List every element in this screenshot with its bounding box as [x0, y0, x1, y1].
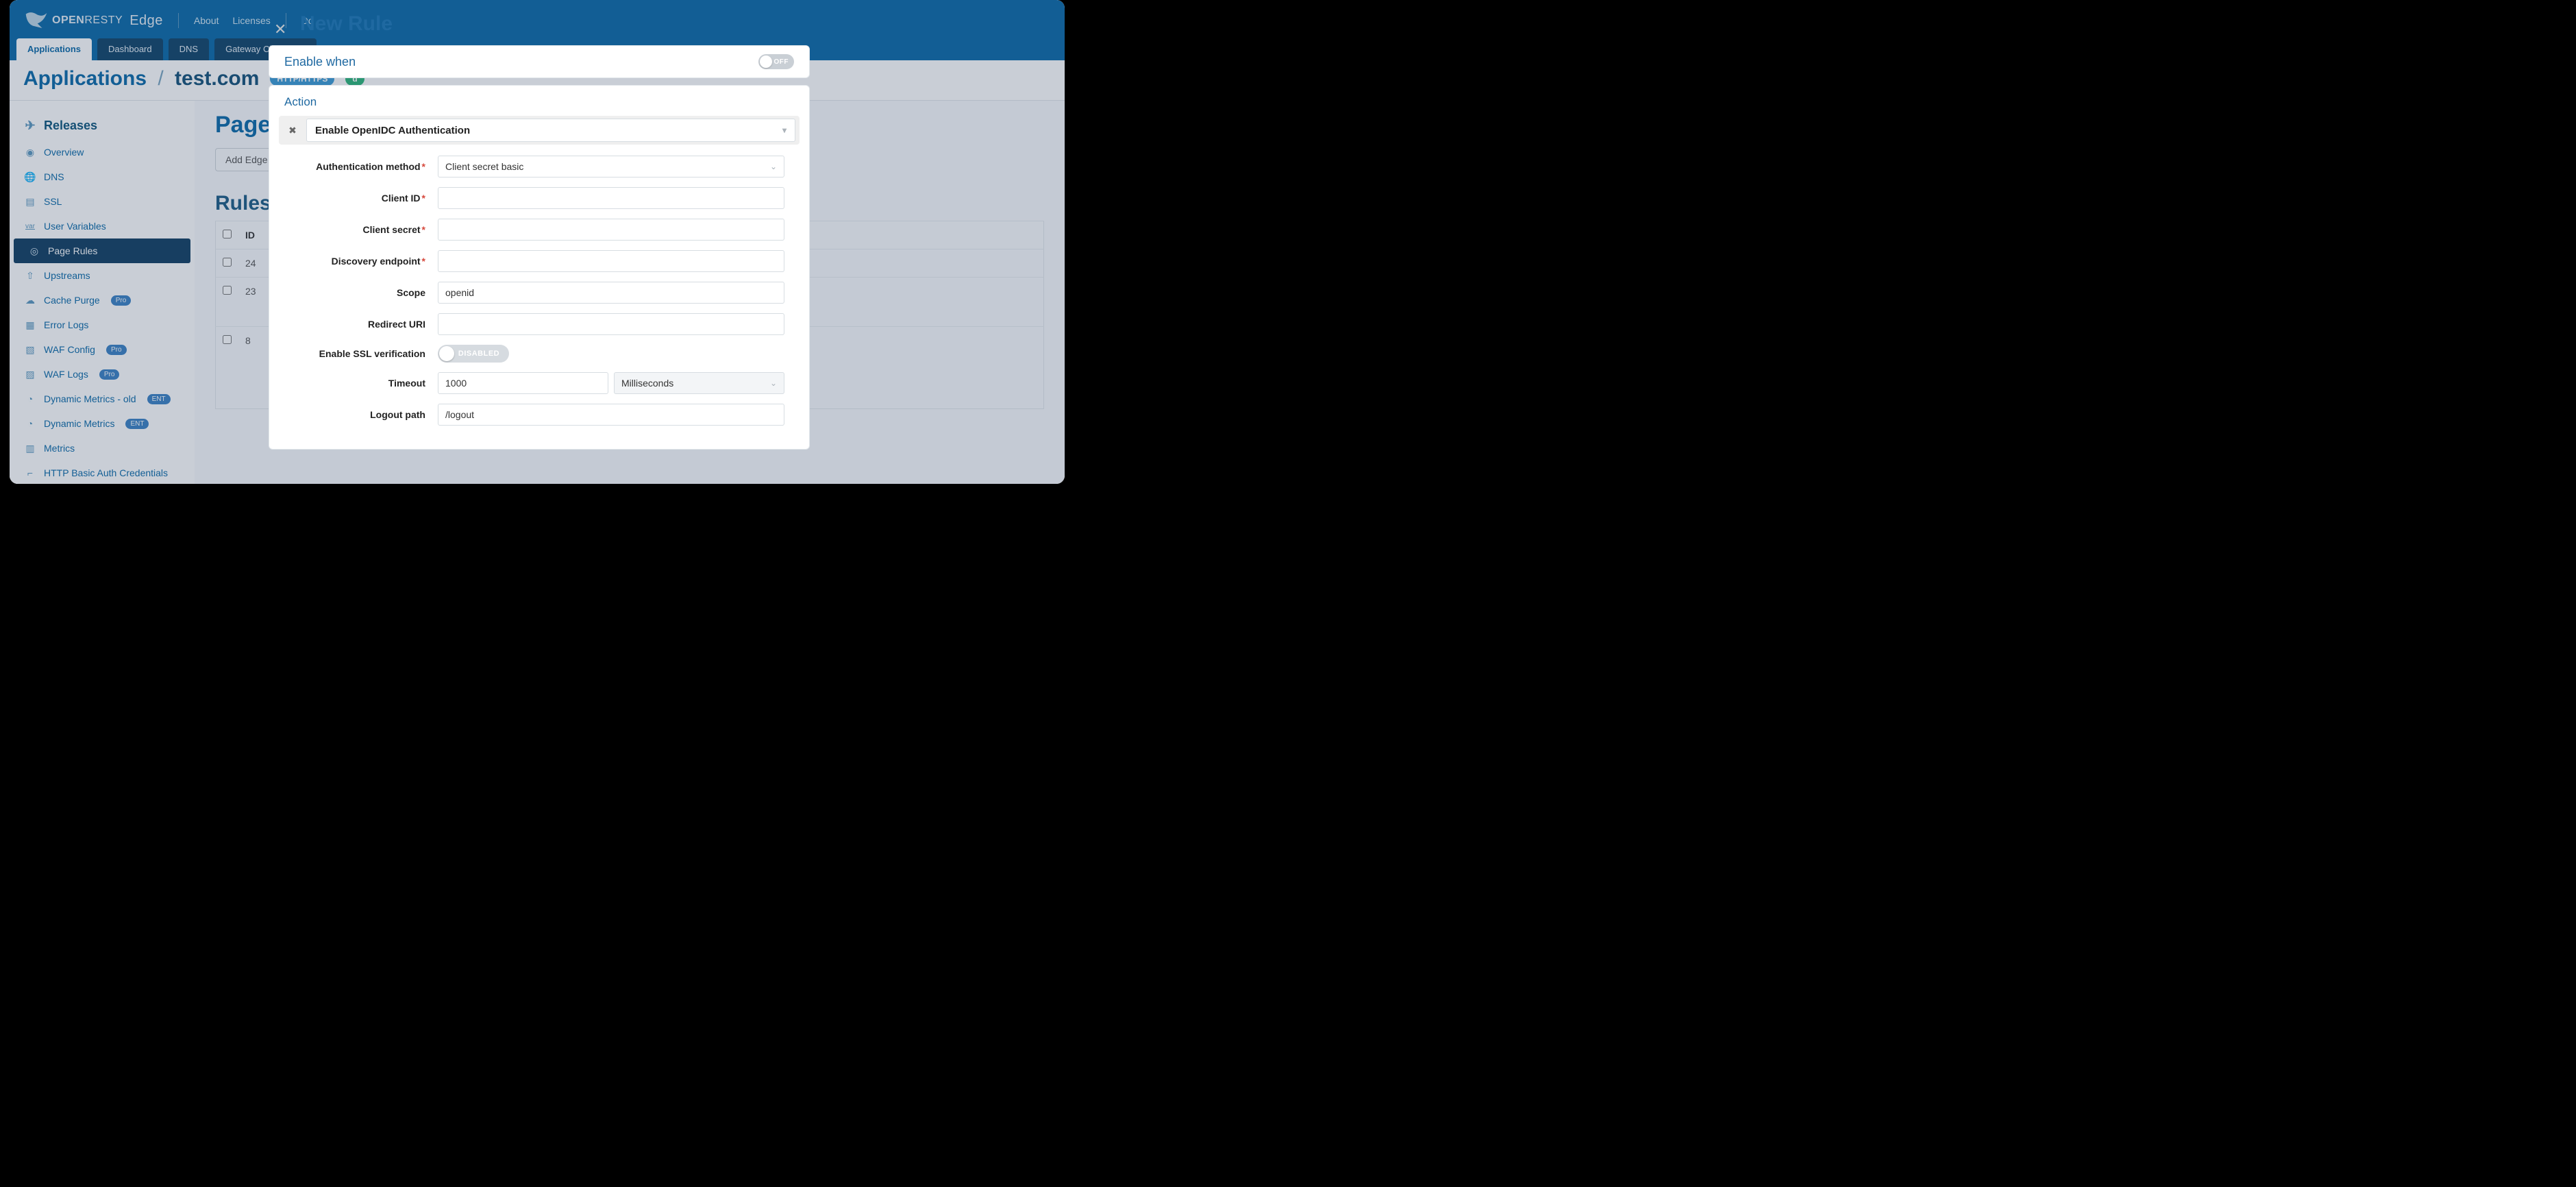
remove-action-icon[interactable]: ✖: [279, 125, 306, 136]
lock-icon: ▤: [25, 196, 36, 207]
sidebar-item-waf-logs[interactable]: ▨WAF LogsPro: [10, 362, 195, 387]
sidebar-item-ssl[interactable]: ▤SSL: [10, 189, 195, 214]
scope-input[interactable]: [438, 282, 784, 304]
enable-when-panel: Enable when OFF: [269, 45, 810, 78]
sidebar-item-upstreams[interactable]: ⇧Upstreams: [10, 263, 195, 288]
brand-logo[interactable]: OPENRESTY Edge: [25, 10, 163, 31]
brand-resty: RESTY: [84, 14, 123, 26]
row-checkbox[interactable]: [223, 335, 232, 344]
sidebar-item-waf-config[interactable]: ▧WAF ConfigPro: [10, 337, 195, 362]
sidebar-item-page-rules[interactable]: ◎Page Rules: [14, 238, 190, 263]
log-icon: ▦: [25, 319, 36, 330]
chevron-down-icon: ⌄: [770, 162, 777, 171]
ent-badge: ENT: [147, 394, 171, 404]
ssl-verify-toggle[interactable]: DISABLED: [438, 345, 509, 363]
cloud-icon: ☁: [25, 295, 36, 306]
globe-icon: 🌐: [25, 171, 36, 182]
row-checkbox[interactable]: [223, 258, 232, 267]
client-id-input[interactable]: [438, 187, 784, 209]
shield-icon: ▧: [25, 344, 36, 355]
shield-log-icon: ▨: [25, 369, 36, 380]
logout-path-input[interactable]: [438, 404, 784, 426]
sidebar-item-metrics[interactable]: ▥Metrics: [10, 436, 195, 461]
gauge-icon: ◔: [25, 418, 36, 429]
new-rule-modal: ✕ New Rule Enable when OFF Action ✖ Enab…: [269, 7, 810, 456]
sidebar-item-dns[interactable]: 🌐DNS: [10, 164, 195, 189]
tab-applications[interactable]: Applications: [16, 38, 92, 60]
client-secret-input[interactable]: [438, 219, 784, 241]
breadcrumb-root[interactable]: Applications: [23, 67, 147, 90]
chevron-down-icon: ⌄: [770, 378, 777, 388]
ent-badge: ENT: [125, 419, 149, 429]
pro-badge: Pro: [106, 345, 127, 355]
pro-badge: Pro: [111, 295, 132, 306]
chevron-down-icon: ▾: [782, 125, 787, 135]
sidebar-item-basic-auth[interactable]: ⌐HTTP Basic Auth Credentials: [10, 461, 195, 484]
sidebar-item-dynmetrics[interactable]: ◔Dynamic MetricsENT: [10, 411, 195, 436]
action-type-select[interactable]: Enable OpenIDC Authentication ▾: [306, 119, 795, 142]
var-icon: var: [25, 221, 36, 232]
timeout-unit-select[interactable]: Milliseconds ⌄: [614, 372, 784, 394]
sidebar-item-error-logs[interactable]: ▦Error Logs: [10, 313, 195, 337]
row-checkbox[interactable]: [223, 286, 232, 295]
breadcrumb-domain[interactable]: test.com: [175, 67, 259, 90]
nav-licenses[interactable]: Licenses: [233, 15, 271, 26]
modal-title: New Rule: [269, 7, 810, 45]
tab-dashboard[interactable]: Dashboard: [97, 38, 163, 60]
brand-open: OPEN: [52, 14, 84, 26]
eye-icon: ◉: [25, 147, 36, 158]
target-icon: ◎: [29, 245, 40, 256]
sidebar-item-dynmetrics-old[interactable]: ◔Dynamic Metrics - oldENT: [10, 387, 195, 411]
pro-badge: Pro: [99, 369, 120, 380]
sidebar-item-cache-purge[interactable]: ☁Cache PurgePro: [10, 288, 195, 313]
nav-about[interactable]: About: [194, 15, 219, 26]
redirect-uri-input[interactable]: [438, 313, 784, 335]
upstream-icon: ⇧: [25, 270, 36, 281]
enable-when-label: Enable when: [284, 55, 356, 69]
sidebar-item-user-vars[interactable]: varUser Variables: [10, 214, 195, 238]
paper-plane-icon: ✈: [25, 121, 36, 132]
action-header: Action: [269, 86, 809, 116]
action-panel: Action ✖ Enable OpenIDC Authentication ▾…: [269, 85, 810, 450]
discovery-endpoint-input[interactable]: [438, 250, 784, 272]
auth-method-select[interactable]: Client secret basic ⌄: [438, 156, 784, 178]
key-icon: ⌐: [25, 467, 36, 478]
timeout-input[interactable]: [438, 372, 608, 394]
gauge-icon: ◔: [25, 393, 36, 404]
brand-edge: Edge: [129, 13, 163, 29]
tab-dns[interactable]: DNS: [169, 38, 209, 60]
sidebar-item-overview[interactable]: ◉Overview: [10, 140, 195, 164]
sidebar: ✈ Releases ◉Overview 🌐DNS ▤SSL varUser V…: [10, 101, 195, 484]
select-all-checkbox[interactable]: [223, 230, 232, 238]
bar-icon: ▥: [25, 443, 36, 454]
enable-when-toggle[interactable]: OFF: [758, 54, 794, 69]
sidebar-header[interactable]: ✈ Releases: [10, 112, 195, 140]
close-icon[interactable]: ✕: [271, 18, 289, 41]
